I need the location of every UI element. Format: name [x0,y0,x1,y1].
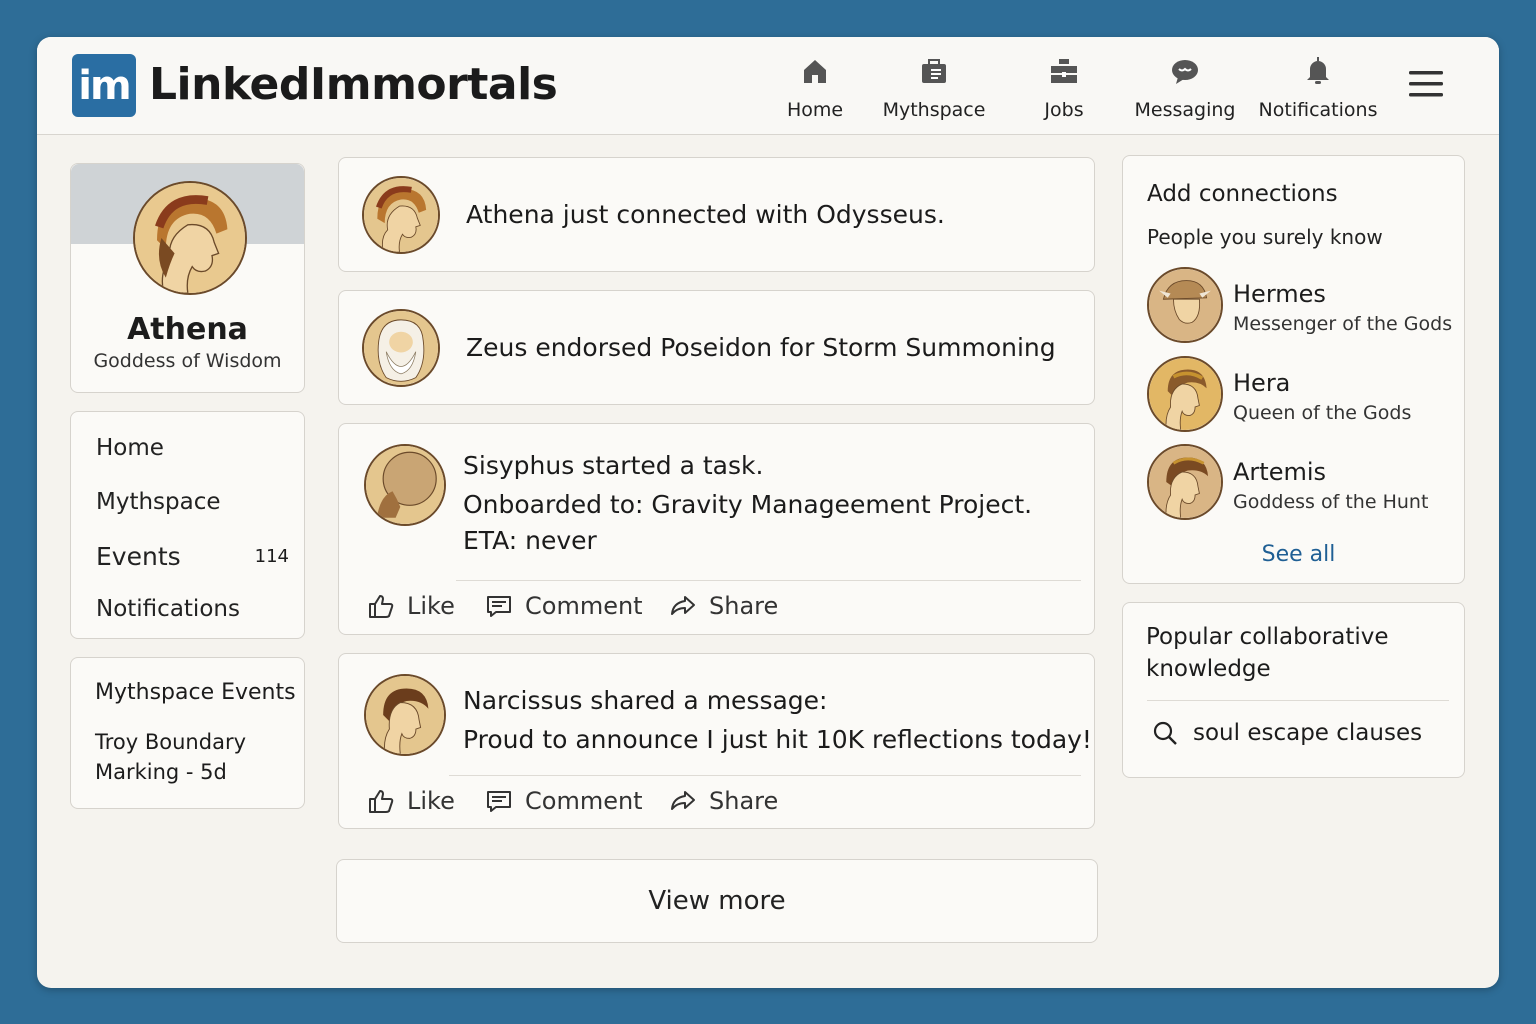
athena-post-avatar[interactable] [362,176,440,254]
app-window: im LinkedImmortals Home Mythspace Jobs M… [37,37,1499,988]
search-icon [1153,721,1177,745]
post-title: Narcissus shared a message: [463,686,828,715]
zeus-avatar[interactable] [362,309,440,387]
leftnav-mythspace[interactable]: Mythspace [96,489,221,515]
share-label: Share [709,592,779,620]
share-button[interactable]: Share [669,787,778,815]
home-icon [804,60,826,83]
brand-name: LinkedImmortals [149,59,558,110]
like-label: Like [407,787,455,815]
feed-post: Athena just connected with Odysseus. [338,157,1095,272]
nav-home[interactable]: Home [782,55,848,121]
like-button[interactable]: Like [367,787,455,815]
events-card: Mythspace Events Troy Boundary Marking -… [70,657,305,809]
nav-messaging-label: Messaging [1134,99,1236,121]
share-icon [671,596,695,615]
nav-jobs-label: Jobs [1044,99,1084,121]
connections-heading: Add connections [1147,181,1338,207]
comment-button[interactable]: Comment [485,787,643,815]
post-divider [456,580,1081,581]
post-body-line: Proud to announce I just hit 10K reflect… [463,725,1092,754]
connections-subheading: People you surely know [1147,225,1383,249]
connection-title: Queen of the Gods [1233,402,1412,424]
knowledge-divider [1147,700,1449,701]
post-text: Athena just connected with Odysseus. [466,200,945,229]
share-label: Share [709,787,779,815]
feed-post: Sisyphus started a task. Onboarded to: G… [338,423,1095,635]
nav-messaging[interactable]: Messaging [1135,55,1235,121]
connection-name[interactable]: Artemis [1233,458,1326,486]
narcissus-avatar[interactable] [364,674,446,756]
share-button[interactable]: Share [669,592,778,620]
nav-mythspace-label: Mythspace [882,99,986,121]
post-body-line: Onboarded to: Gravity Manageement Projec… [463,490,1033,519]
events-count-badge: 114 [254,546,289,567]
profile-name[interactable]: Athena [71,312,304,347]
event-item-line2[interactable]: Marking - 5d [95,760,227,784]
post-divider [449,775,1081,776]
sisyphus-avatar[interactable] [364,444,446,526]
left-nav-card: Home Mythspace Events 114 Notifications [70,411,305,639]
connection-title: Messenger of the Gods [1233,313,1453,335]
like-label: Like [407,592,455,620]
feed-post: Zeus endorsed Poseidon for Storm Summoni… [338,290,1095,405]
bell-icon [1307,57,1329,84]
post-text: Zeus endorsed Poseidon for Storm Summoni… [466,333,1056,362]
comment-icon [487,791,511,812]
nav-home-label: Home [786,99,844,121]
nav-notifications[interactable]: Notifications [1259,55,1377,121]
comment-label: Comment [525,592,643,620]
comment-label: Comment [525,787,643,815]
knowledge-heading-line2: knowledge [1146,656,1271,682]
knowledge-heading-line1: Popular collaborative [1146,624,1389,650]
jobs-icon [1051,59,1077,83]
chat-icon [1172,60,1198,84]
knowledge-item-label: soul escape clauses [1193,720,1423,746]
add-connections-card: Add connections People you surely know H… [1122,155,1465,584]
connection-name[interactable]: Hera [1233,369,1290,397]
hamburger-menu-icon[interactable] [1409,69,1443,99]
like-button[interactable]: Like [367,592,455,620]
share-icon [671,791,695,810]
logo[interactable]: im [72,54,136,117]
view-more-button[interactable]: View more [336,859,1098,943]
hermes-avatar[interactable] [1147,267,1223,343]
nav-jobs[interactable]: Jobs [1039,55,1089,121]
leftnav-events[interactable]: Events [96,542,181,571]
events-heading[interactable]: Mythspace Events [95,680,296,705]
event-item-line1[interactable]: Troy Boundary [95,730,246,754]
comment-icon [487,596,511,617]
connection-name[interactable]: Hermes [1233,280,1326,308]
connection-title: Goddess of the Hunt [1233,491,1429,513]
profile-card[interactable]: Athena Goddess of Wisdom [70,163,305,393]
nav-mythspace[interactable]: Mythspace [880,55,988,121]
feed-post: Narcissus shared a message: Proud to ann… [338,653,1095,829]
briefcase-icon [922,59,946,83]
artemis-avatar[interactable] [1147,444,1223,520]
top-navigation-bar: im LinkedImmortals Home Mythspace Jobs M… [37,37,1499,135]
nav-notifications-label: Notifications [1258,99,1378,121]
leftnav-home[interactable]: Home [96,435,164,461]
hera-avatar[interactable] [1147,356,1223,432]
post-title: Sisyphus started a task. [463,451,764,480]
athena-avatar[interactable] [133,181,247,295]
leftnav-notifications[interactable]: Notifications [96,596,240,622]
post-body-line: ETA: never [463,526,597,555]
thumbs-up-icon [369,790,394,813]
profile-title: Goddess of Wisdom [93,350,282,372]
thumbs-up-icon [369,595,394,618]
see-all-link[interactable]: See all [1123,542,1464,567]
knowledge-item[interactable]: soul escape clauses [1151,719,1422,747]
collaborative-knowledge-card: Popular collaborative knowledge soul esc… [1122,602,1465,778]
comment-button[interactable]: Comment [485,592,643,620]
